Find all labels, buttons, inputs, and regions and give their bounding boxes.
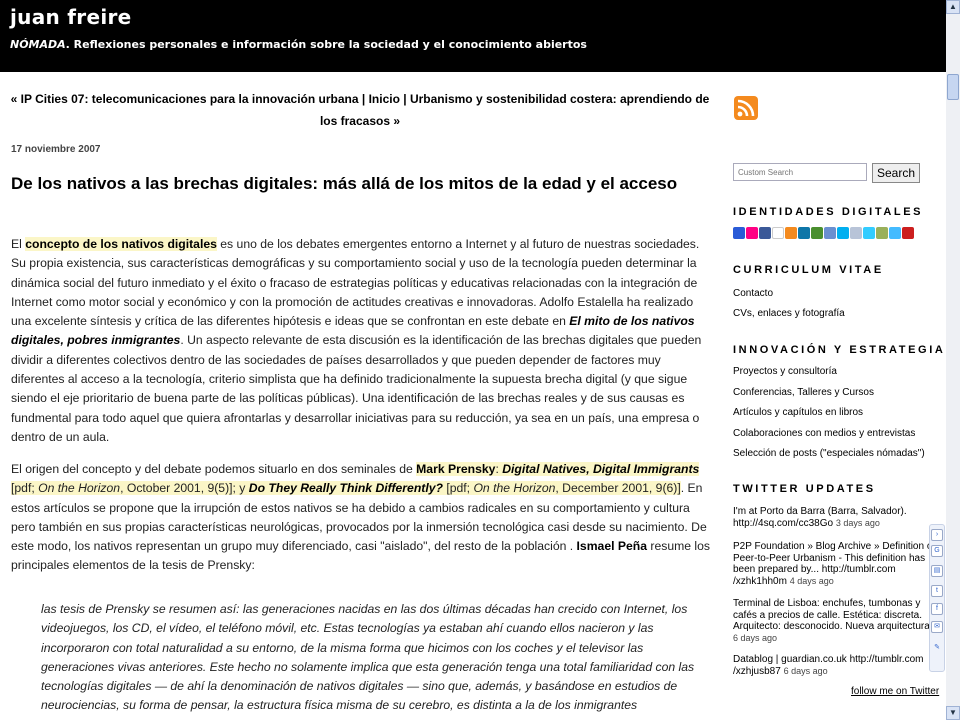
seleccion-posts-link[interactable]: Selección de posts ("especiales nómadas"… bbox=[733, 448, 925, 459]
tweet: Datablog | guardian.co.uk http://tumblr.… bbox=[733, 654, 938, 677]
tweet: I'm at Porto da Barra (Barra, Salvador).… bbox=[733, 506, 938, 529]
rss-icon[interactable] bbox=[785, 227, 797, 239]
share-expand-icon[interactable]: › bbox=[931, 529, 943, 541]
share-facebook-icon[interactable]: f bbox=[931, 603, 943, 615]
delicious-icon[interactable] bbox=[733, 227, 745, 239]
site-header: juan freire NÓMADA. Reflexiones personal… bbox=[0, 0, 946, 72]
tweet: P2P Foundation » Blog Archive » Definiti… bbox=[733, 541, 938, 587]
nav-separator: | bbox=[399, 92, 410, 106]
social-icons-row bbox=[733, 227, 914, 241]
ismael-pena-link[interactable]: Ismael Peña bbox=[577, 539, 647, 553]
site-title[interactable]: juan freire bbox=[10, 5, 132, 29]
vimeo-icon[interactable] bbox=[889, 227, 901, 239]
digital-natives-link[interactable]: Digital Natives, Digital Immigrants bbox=[502, 462, 699, 476]
curriculum-vitae-heading: CURRICULUM VITAE bbox=[733, 264, 884, 276]
nativos-digitales-link[interactable]: concepto de los nativos digitales bbox=[25, 237, 217, 251]
share-mail-icon[interactable]: ✉ bbox=[931, 621, 943, 633]
mail-icon[interactable] bbox=[876, 227, 888, 239]
custom-search-input[interactable] bbox=[733, 163, 867, 181]
skype-icon[interactable] bbox=[837, 227, 849, 239]
flickr-dots-icon[interactable] bbox=[772, 227, 784, 239]
post-paragraph: El concepto de los nativos digitales es … bbox=[11, 235, 711, 447]
search-button[interactable]: Search bbox=[872, 163, 920, 183]
nav-separator: | bbox=[358, 92, 369, 106]
text-run: El origen del concepto y del debate pode… bbox=[11, 462, 417, 476]
proyectos-link[interactable]: Proyectos y consultoría bbox=[733, 366, 837, 377]
google-icon[interactable] bbox=[811, 227, 823, 239]
post-paragraph: El origen del concepto y del debate pode… bbox=[11, 460, 711, 576]
text-run: , December 2001, 9(6)] bbox=[555, 481, 681, 496]
tagline-prefix: NÓMADA bbox=[10, 38, 66, 51]
follow-twitter-link[interactable]: follow me on Twitter bbox=[851, 686, 939, 697]
text-run: [pdf; bbox=[11, 481, 39, 496]
friendfeed-icon[interactable] bbox=[824, 227, 836, 239]
home-link[interactable]: Inicio bbox=[369, 92, 400, 106]
tweet-text[interactable]: P2P Foundation » Blog Archive » Definiti… bbox=[733, 541, 935, 587]
post-date: 17 noviembre 2007 bbox=[11, 144, 101, 155]
share-toolbar: › G ▤ t f ✉ ✎ bbox=[929, 524, 945, 672]
youtube-icon[interactable] bbox=[902, 227, 914, 239]
identidades-digitales-heading: IDENTIDADES DIGITALES bbox=[733, 206, 924, 218]
think-differently-link[interactable]: Do They Really Think Differently? bbox=[249, 481, 443, 495]
text-run: , October 2001, 9(5)]; y bbox=[120, 481, 249, 496]
journal-name: On the Horizon bbox=[38, 481, 121, 496]
blockquote: las tesis de Prensky se resumen así: las… bbox=[41, 602, 695, 713]
tweet-time[interactable]: 6 days ago bbox=[784, 666, 828, 676]
tweet-text[interactable]: I'm at Porto da Barra (Barra, Salvador).… bbox=[733, 506, 907, 529]
conferencias-link[interactable]: Conferencias, Talleres y Cursos bbox=[733, 387, 874, 398]
facebook-icon[interactable] bbox=[759, 227, 771, 239]
text-run: . Un aspecto relevante de esta discusión… bbox=[11, 333, 702, 444]
twitter-icon[interactable] bbox=[863, 227, 875, 239]
twitter-updates-heading: TWITTER UPDATES bbox=[733, 483, 876, 495]
tweet-time[interactable]: 4 days ago bbox=[790, 576, 834, 586]
flickr-icon[interactable] bbox=[746, 227, 758, 239]
scroll-thumb[interactable] bbox=[947, 74, 959, 100]
tweet-time[interactable]: 6 days ago bbox=[733, 633, 777, 643]
tweet-text[interactable]: Terminal de Lisboa: enchufes, tumbonas y… bbox=[733, 598, 935, 632]
contacto-link[interactable]: Contacto bbox=[733, 288, 773, 299]
post-title[interactable]: De los nativos a las brechas digitales: … bbox=[11, 172, 701, 196]
tweet: Terminal de Lisboa: enchufes, tumbonas y… bbox=[733, 598, 938, 644]
scroll-down-button[interactable]: ▼ bbox=[946, 706, 960, 720]
journal-name: On the Horizon bbox=[473, 481, 556, 496]
rss-glyph-icon bbox=[737, 99, 755, 117]
plurk-icon[interactable] bbox=[850, 227, 862, 239]
tweet-text[interactable]: Datablog | guardian.co.uk http://tumblr.… bbox=[733, 654, 923, 677]
previous-post-link[interactable]: « IP Cities 07: telecomunicaciones para … bbox=[11, 92, 359, 106]
share-twitter-icon[interactable]: t bbox=[931, 585, 943, 597]
rss-feed-icon[interactable] bbox=[734, 96, 758, 120]
post-navigation: « IP Cities 07: telecomunicaciones para … bbox=[10, 88, 710, 132]
vertical-scrollbar[interactable]: ▲ ▼ bbox=[946, 0, 960, 720]
colaboraciones-link[interactable]: Colaboraciones con medios y entrevistas bbox=[733, 428, 915, 439]
tagline-text: . Reflexiones personales e información s… bbox=[65, 38, 587, 51]
share-page-icon[interactable]: ▤ bbox=[931, 565, 943, 577]
prensky-link[interactable]: Mark Prensky bbox=[416, 462, 495, 476]
share-google-icon[interactable]: G bbox=[931, 545, 943, 557]
tweet-time[interactable]: 3 days ago bbox=[836, 518, 880, 528]
cvs-link[interactable]: CVs, enlaces y fotografía bbox=[733, 308, 845, 319]
text-run: El bbox=[11, 237, 26, 251]
text-run: [pdf; bbox=[442, 481, 474, 496]
articulos-link[interactable]: Artículos y capítulos en libros bbox=[733, 407, 863, 418]
innovacion-estrategia-heading: INNOVACIÓN Y ESTRATEGIA bbox=[733, 344, 946, 356]
site-tagline: NÓMADA. Reflexiones personales e informa… bbox=[10, 38, 587, 51]
share-edit-icon[interactable]: ✎ bbox=[931, 643, 943, 655]
scroll-up-button[interactable]: ▲ bbox=[946, 0, 960, 14]
linkedin-icon[interactable] bbox=[798, 227, 810, 239]
